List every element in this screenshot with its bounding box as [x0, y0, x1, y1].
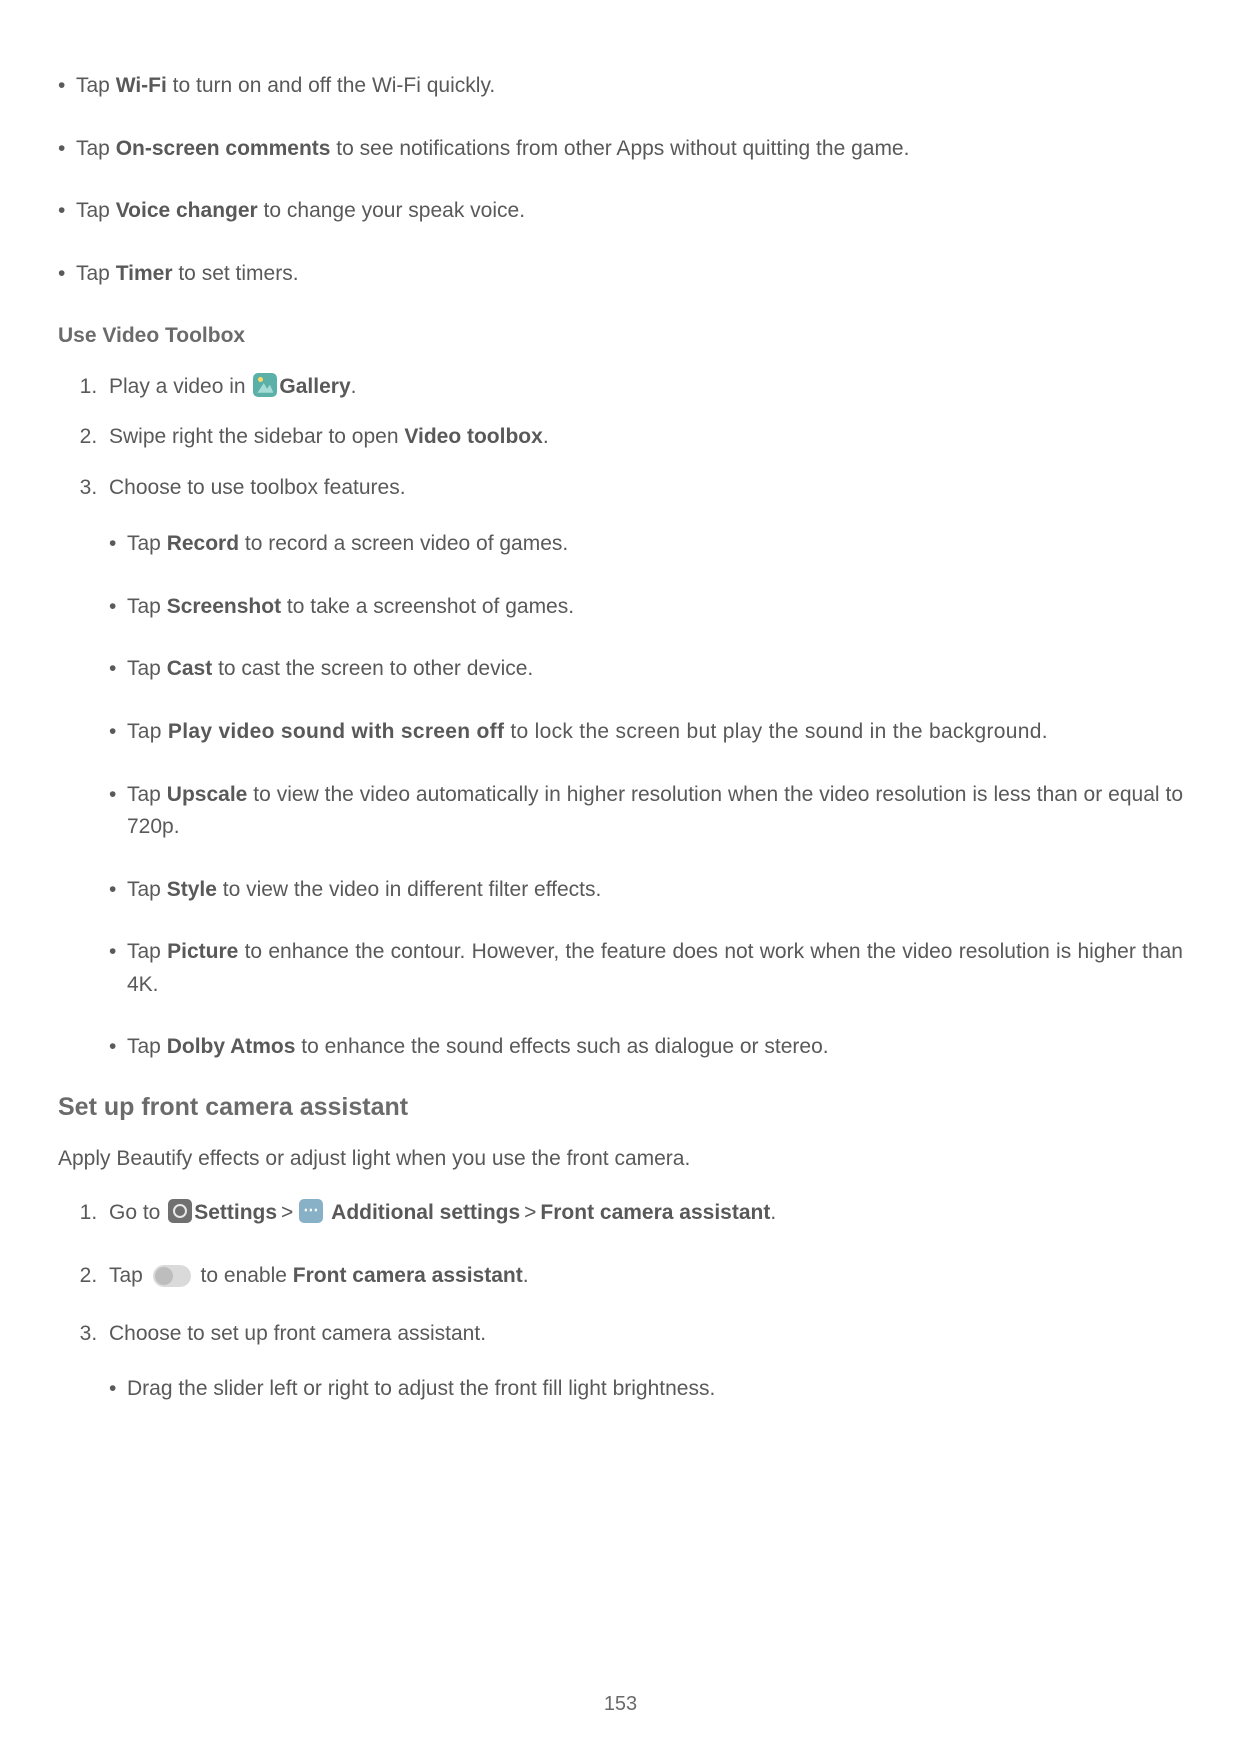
- list-item: Tap Screenshot to take a screenshot of g…: [109, 591, 1183, 624]
- bold-term: Cast: [167, 657, 213, 680]
- text: Tap: [127, 940, 167, 963]
- bold-term: Play video sound with screen off: [168, 720, 504, 743]
- bold-term: Wi-Fi: [116, 74, 167, 97]
- bold-term: Gallery: [279, 375, 350, 398]
- bold-term: Front camera assistant: [540, 1201, 770, 1224]
- text: Tap: [76, 199, 116, 222]
- step-item: Choose to use toolbox features. Tap Reco…: [103, 472, 1183, 1064]
- bold-term: Dolby Atmos: [167, 1035, 296, 1058]
- list-item: Tap Voice changer to change your speak v…: [58, 195, 1183, 228]
- top-bullet-list: Tap Wi-Fi to turn on and off the Wi-Fi q…: [58, 70, 1183, 290]
- bold-term: Style: [167, 878, 217, 901]
- list-item: Tap Dolby Atmos to enhance the sound eff…: [109, 1031, 1183, 1064]
- text: Go to: [109, 1201, 166, 1224]
- text: to view the video in different filter ef…: [217, 878, 601, 901]
- text: to record a screen video of games.: [239, 532, 568, 555]
- step-item: Play a video in Gallery.: [103, 371, 1183, 404]
- gallery-icon: [253, 373, 277, 397]
- text: Choose to set up front camera assistant.: [109, 1322, 486, 1345]
- step-item: Swipe right the sidebar to open Video to…: [103, 421, 1183, 454]
- heading-use-video-toolbox: Use Video Toolbox: [58, 320, 1183, 353]
- bold-term: On-screen comments: [116, 137, 331, 160]
- text: to lock the screen but play the sound in…: [504, 720, 1048, 743]
- toolbox-feature-list: Tap Record to record a screen video of g…: [109, 528, 1183, 1063]
- step-item: Go to Settings> Additional settings>Fron…: [103, 1197, 1183, 1230]
- text: to change your speak voice.: [258, 199, 525, 222]
- list-item: Tap Wi-Fi to turn on and off the Wi-Fi q…: [58, 70, 1183, 103]
- list-item: Tap On-screen comments to see notificati…: [58, 133, 1183, 166]
- bold-term: Screenshot: [167, 595, 281, 618]
- bold-term: Upscale: [167, 783, 248, 806]
- video-toolbox-steps: Play a video in Gallery. Swipe right the…: [58, 371, 1183, 1064]
- text: to enhance the sound effects such as dia…: [295, 1035, 828, 1058]
- list-item: Tap Timer to set timers.: [58, 258, 1183, 291]
- bold-term: Settings: [194, 1201, 277, 1224]
- toggle-icon: [153, 1265, 191, 1287]
- bold-term: Additional settings: [331, 1201, 520, 1224]
- document-page: Tap Wi-Fi to turn on and off the Wi-Fi q…: [0, 0, 1241, 1754]
- path-separator: >: [277, 1201, 297, 1224]
- text: .: [770, 1201, 776, 1224]
- text: Tap: [127, 878, 167, 901]
- step-item: Tap to enable Front camera assistant.: [103, 1260, 1183, 1293]
- text: to take a screenshot of games.: [281, 595, 574, 618]
- text: to set timers.: [173, 262, 299, 285]
- text: Tap: [127, 595, 167, 618]
- front-camera-steps: Go to Settings> Additional settings>Fron…: [58, 1197, 1183, 1405]
- step-item: Choose to set up front camera assistant.…: [103, 1318, 1183, 1405]
- text: .: [543, 425, 549, 448]
- text: to see notifications from other Apps wit…: [330, 137, 909, 160]
- settings-icon: [168, 1199, 192, 1223]
- bold-term: Video toolbox: [404, 425, 542, 448]
- text: to turn on and off the Wi-Fi quickly.: [167, 74, 495, 97]
- text: Tap: [109, 1264, 149, 1287]
- text: Tap: [127, 1035, 167, 1058]
- text: Choose to use toolbox features.: [109, 476, 406, 499]
- text: Play a video in: [109, 375, 251, 398]
- list-item: Tap Cast to cast the screen to other dev…: [109, 653, 1183, 686]
- text: Drag the slider left or right to adjust …: [127, 1377, 715, 1400]
- additional-settings-icon: [299, 1199, 323, 1223]
- intro-text: Apply Beautify effects or adjust light w…: [58, 1143, 1183, 1176]
- bold-term: Record: [167, 532, 239, 555]
- text: to cast the screen to other device.: [212, 657, 533, 680]
- text: Tap: [76, 74, 116, 97]
- text: Tap: [127, 783, 167, 806]
- heading-front-camera-assistant: Set up front camera assistant: [58, 1088, 1183, 1127]
- bold-term: Picture: [167, 940, 238, 963]
- list-item: Tap Style to view the video in different…: [109, 874, 1183, 907]
- bold-term: Timer: [116, 262, 173, 285]
- path-separator: >: [520, 1201, 540, 1224]
- list-item: Tap Play video sound with screen off to …: [109, 716, 1183, 749]
- text: to view the video automatically in highe…: [127, 783, 1183, 839]
- bold-term: Voice changer: [116, 199, 258, 222]
- text: Tap: [127, 720, 168, 743]
- text: Tap: [76, 262, 116, 285]
- list-item: Tap Record to record a screen video of g…: [109, 528, 1183, 561]
- front-camera-sub-list: Drag the slider left or right to adjust …: [109, 1373, 1183, 1406]
- text: .: [523, 1264, 529, 1287]
- list-item: Drag the slider left or right to adjust …: [109, 1373, 1183, 1406]
- text: .: [351, 375, 357, 398]
- text: Swipe right the sidebar to open: [109, 425, 404, 448]
- text: to enable: [195, 1264, 293, 1287]
- text: to enhance the contour. However, the fea…: [127, 940, 1183, 996]
- text: Tap: [127, 657, 167, 680]
- list-item: Tap Upscale to view the video automatica…: [109, 779, 1183, 844]
- list-item: Tap Picture to enhance the contour. Howe…: [109, 936, 1183, 1001]
- text: Tap: [76, 137, 116, 160]
- page-number: 153: [0, 1689, 1241, 1720]
- bold-term: Front camera assistant: [293, 1264, 523, 1287]
- text: Tap: [127, 532, 167, 555]
